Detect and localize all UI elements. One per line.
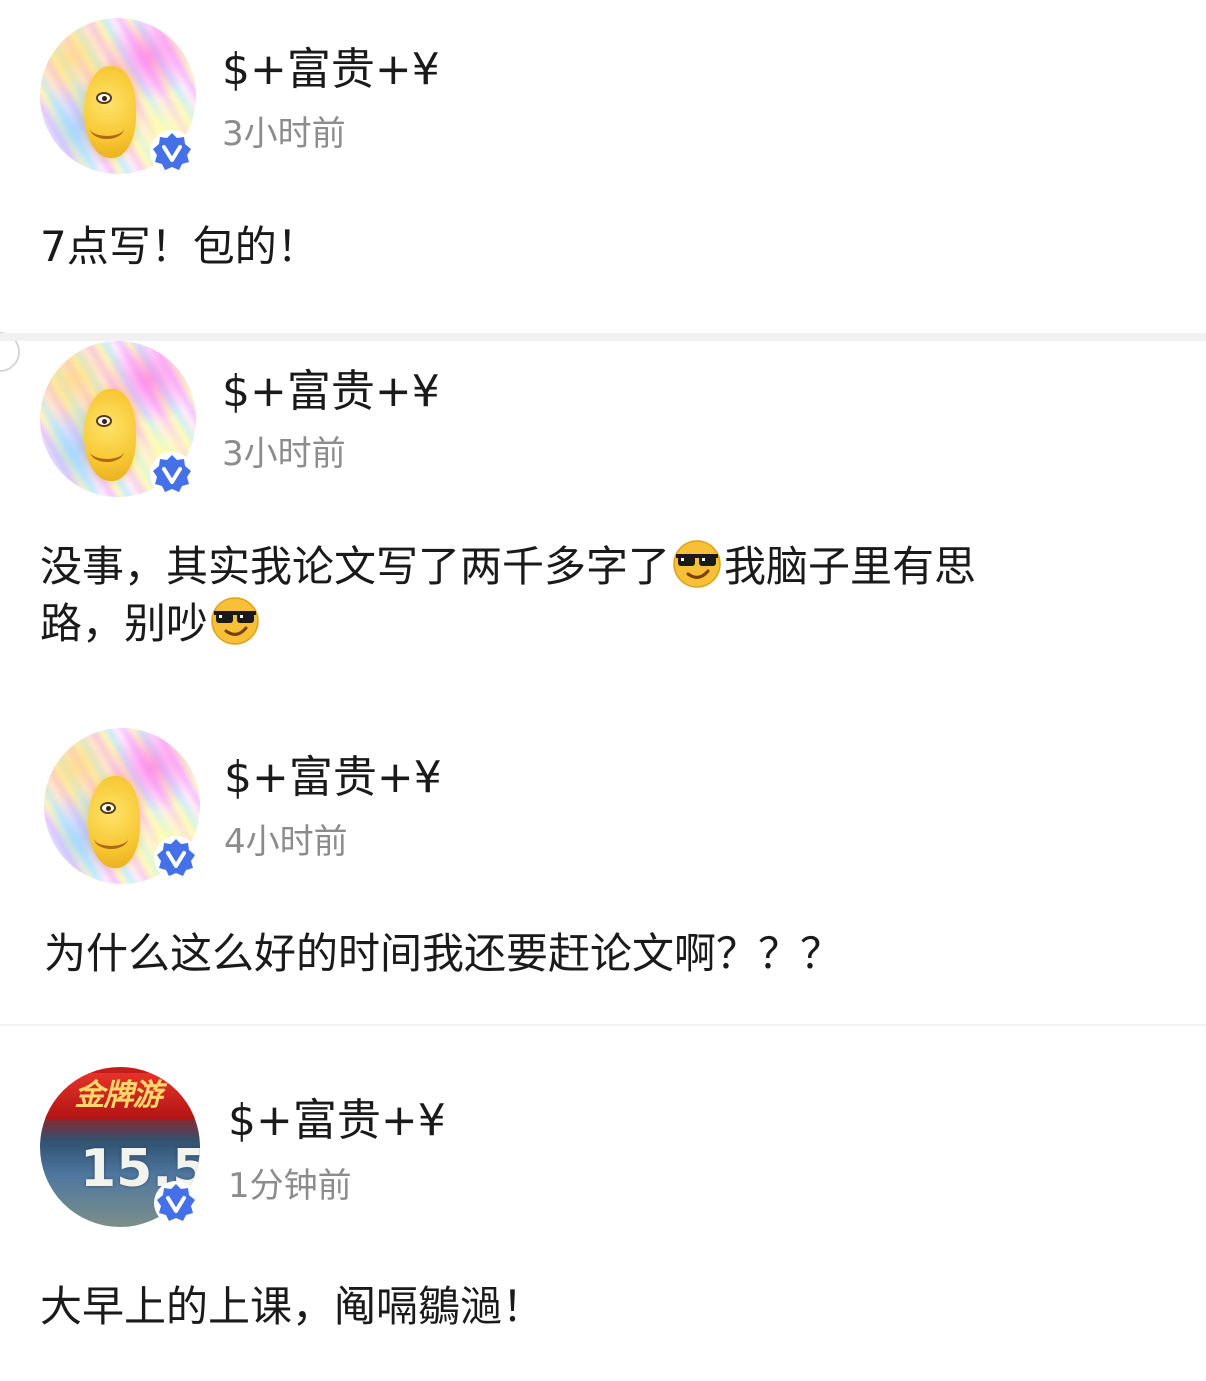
post-timestamp: 3小时前 <box>222 434 346 474</box>
username[interactable]: $+富贵+¥ <box>222 44 440 96</box>
post-content-text: 我脑子里有思 <box>724 542 977 591</box>
post-1[interactable]: $+富贵+¥ 3小时前 7点写！包的！ <box>0 0 1206 334</box>
username[interactable]: $+富贵+¥ <box>222 366 440 418</box>
post-content: 大早上的上课，阄嗝鶵濄！ <box>40 1282 545 1331</box>
verified-icon <box>154 836 198 880</box>
post-divider <box>0 333 1206 341</box>
smiley-avatar-image <box>88 776 140 868</box>
verified-icon <box>154 1181 198 1225</box>
username[interactable]: $+富贵+¥ <box>228 1095 446 1147</box>
username[interactable]: $+富贵+¥ <box>224 752 442 804</box>
post-2[interactable]: $+富贵+¥ 3小时前 没事，其实我论文写了两千多字了 我脑子里有思 路，别吵 <box>0 341 1206 701</box>
avatar-banner-text: 金牌游 <box>40 1073 196 1119</box>
sunglasses-emoji-icon <box>672 539 722 589</box>
post-timestamp: 3小时前 <box>222 114 346 154</box>
post-divider <box>0 1024 1206 1026</box>
post-content: 为什么这么好的时间我还要赶论文啊？？？ <box>44 929 843 978</box>
post-4[interactable]: 金牌游 15.5 $+富贵+¥ 1分钟前 大早上的上课，阄嗝鶵濄！ <box>0 1030 1206 1381</box>
verified-icon <box>150 452 194 496</box>
post-3[interactable]: $+富贵+¥ 4小时前 为什么这么好的时间我还要赶论文啊？？？ <box>0 722 1206 1022</box>
smiley-avatar-image <box>84 66 136 158</box>
verified-icon <box>150 130 194 174</box>
post-timestamp: 1分钟前 <box>228 1166 352 1206</box>
sunglasses-emoji-icon <box>210 596 260 646</box>
post-timestamp: 4小时前 <box>224 822 348 862</box>
post-content: 没事，其实我论文写了两千多字了 我脑子里有思 路，别吵 <box>40 538 976 652</box>
smiley-avatar-image <box>84 389 136 481</box>
post-content-text: 路，别吵 <box>40 599 209 648</box>
post-content: 7点写！包的！ <box>40 222 319 271</box>
post-content-text: 没事，其实我论文写了两千多字了 <box>40 542 671 591</box>
